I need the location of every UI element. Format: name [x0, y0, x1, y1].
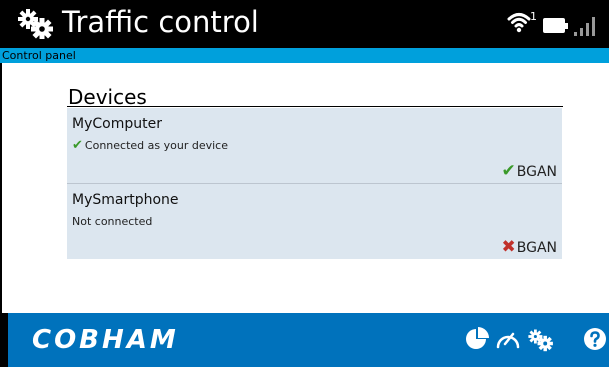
check-icon: ✔ — [72, 138, 83, 153]
cross-icon: ✖ — [501, 237, 516, 257]
battery-tip — [565, 23, 568, 29]
network-status: ✔BGAN — [501, 162, 557, 181]
breadcrumb[interactable]: Control panel — [2, 48, 76, 63]
signal-icon — [574, 17, 595, 36]
section-divider — [67, 106, 563, 107]
page-title: Traffic control — [62, 5, 259, 39]
help-icon[interactable] — [583, 327, 607, 351]
brand-logo: COBHAM — [32, 325, 179, 355]
device-name: MyComputer — [72, 116, 162, 132]
footer-edge — [0, 313, 8, 367]
network-status: ✖BGAN — [501, 238, 557, 257]
device-item-mysmartphone[interactable]: MySmartphone Not connected ✖BGAN — [67, 184, 562, 259]
device-status: Not connected — [72, 215, 152, 229]
gears-icon — [18, 9, 53, 39]
footer-bar: COBHAM — [0, 313, 609, 367]
pie-chart-icon[interactable] — [465, 327, 489, 351]
device-status: ✔ Connected as your device — [72, 139, 228, 153]
wifi-count: 1 — [530, 10, 537, 23]
device-status-text: Connected as your device — [84, 139, 228, 152]
network-label: BGAN — [516, 240, 557, 256]
check-icon: ✔ — [501, 161, 516, 181]
wifi-icon[interactable] — [507, 10, 531, 34]
network-label: BGAN — [516, 164, 557, 180]
header-bar: Traffic control 1 — [0, 0, 609, 48]
device-name: MySmartphone — [72, 192, 179, 208]
breadcrumb-bar: Control panel — [0, 48, 609, 63]
device-status-text: Not connected — [72, 215, 153, 228]
settings-icon[interactable] — [527, 327, 555, 353]
battery-icon — [543, 18, 565, 33]
speedometer-icon[interactable] — [495, 327, 521, 351]
device-item-mycomputer[interactable]: MyComputer ✔ Connected as your device ✔BG… — [67, 108, 562, 183]
